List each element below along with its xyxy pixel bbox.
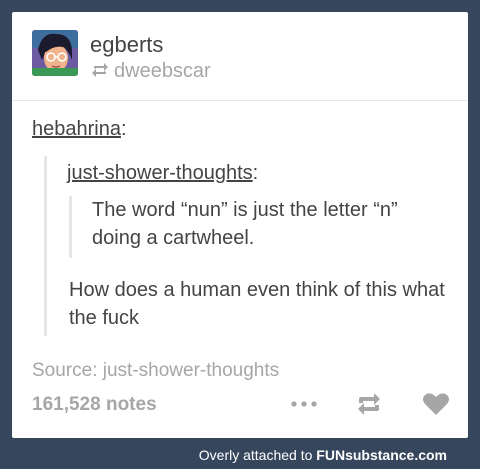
post-header: egberts dweebscar [32,30,452,90]
reblogged-from-name[interactable]: dweebscar [114,60,211,83]
colon: : [120,118,127,140]
notes-count[interactable]: 161,528 notes [32,394,157,416]
colon: : [252,162,259,184]
avatar[interactable] [32,30,78,76]
blockquote-inner: The word “nun” is just the letter “n” do… [69,196,452,258]
blockquote-outer: just-shower-thoughts: The word “nun” is … [44,156,455,336]
reblog-chain-user-1: hebahrina: [32,118,127,141]
source-link[interactable]: just-shower-thoughts [103,360,279,381]
post-card: egberts dweebscar hebahrina: just-shower… [12,12,468,438]
watermark: Overly attached to FUNsubstance.com [199,447,447,463]
source-label: Source: [32,360,103,381]
header-divider [12,100,468,101]
reblog-icon [90,62,110,83]
more-icon[interactable] [289,396,319,414]
watermark-prefix: Overly attached to [198,447,317,463]
reblog-chain-user-2: just-shower-thoughts: [67,162,258,185]
original-post-text: The word “nun” is just the letter “n” do… [92,199,398,249]
blog-name[interactable]: egberts [90,32,163,58]
source-line: Source: just-shower-thoughts [32,360,279,382]
reblog-icon [358,393,380,415]
user-link-hebahrina[interactable]: hebahrina [32,118,121,140]
user-link-just-shower-thoughts[interactable]: just-shower-thoughts [67,162,253,184]
reply-text: How does a human even think of this what… [69,279,445,329]
like-button[interactable] [422,392,450,421]
post-footer: 161,528 notes [12,384,468,424]
watermark-brand: FUNsubstance.com [316,447,447,463]
heart-icon [423,393,449,415]
reblog-button[interactable] [354,392,384,421]
